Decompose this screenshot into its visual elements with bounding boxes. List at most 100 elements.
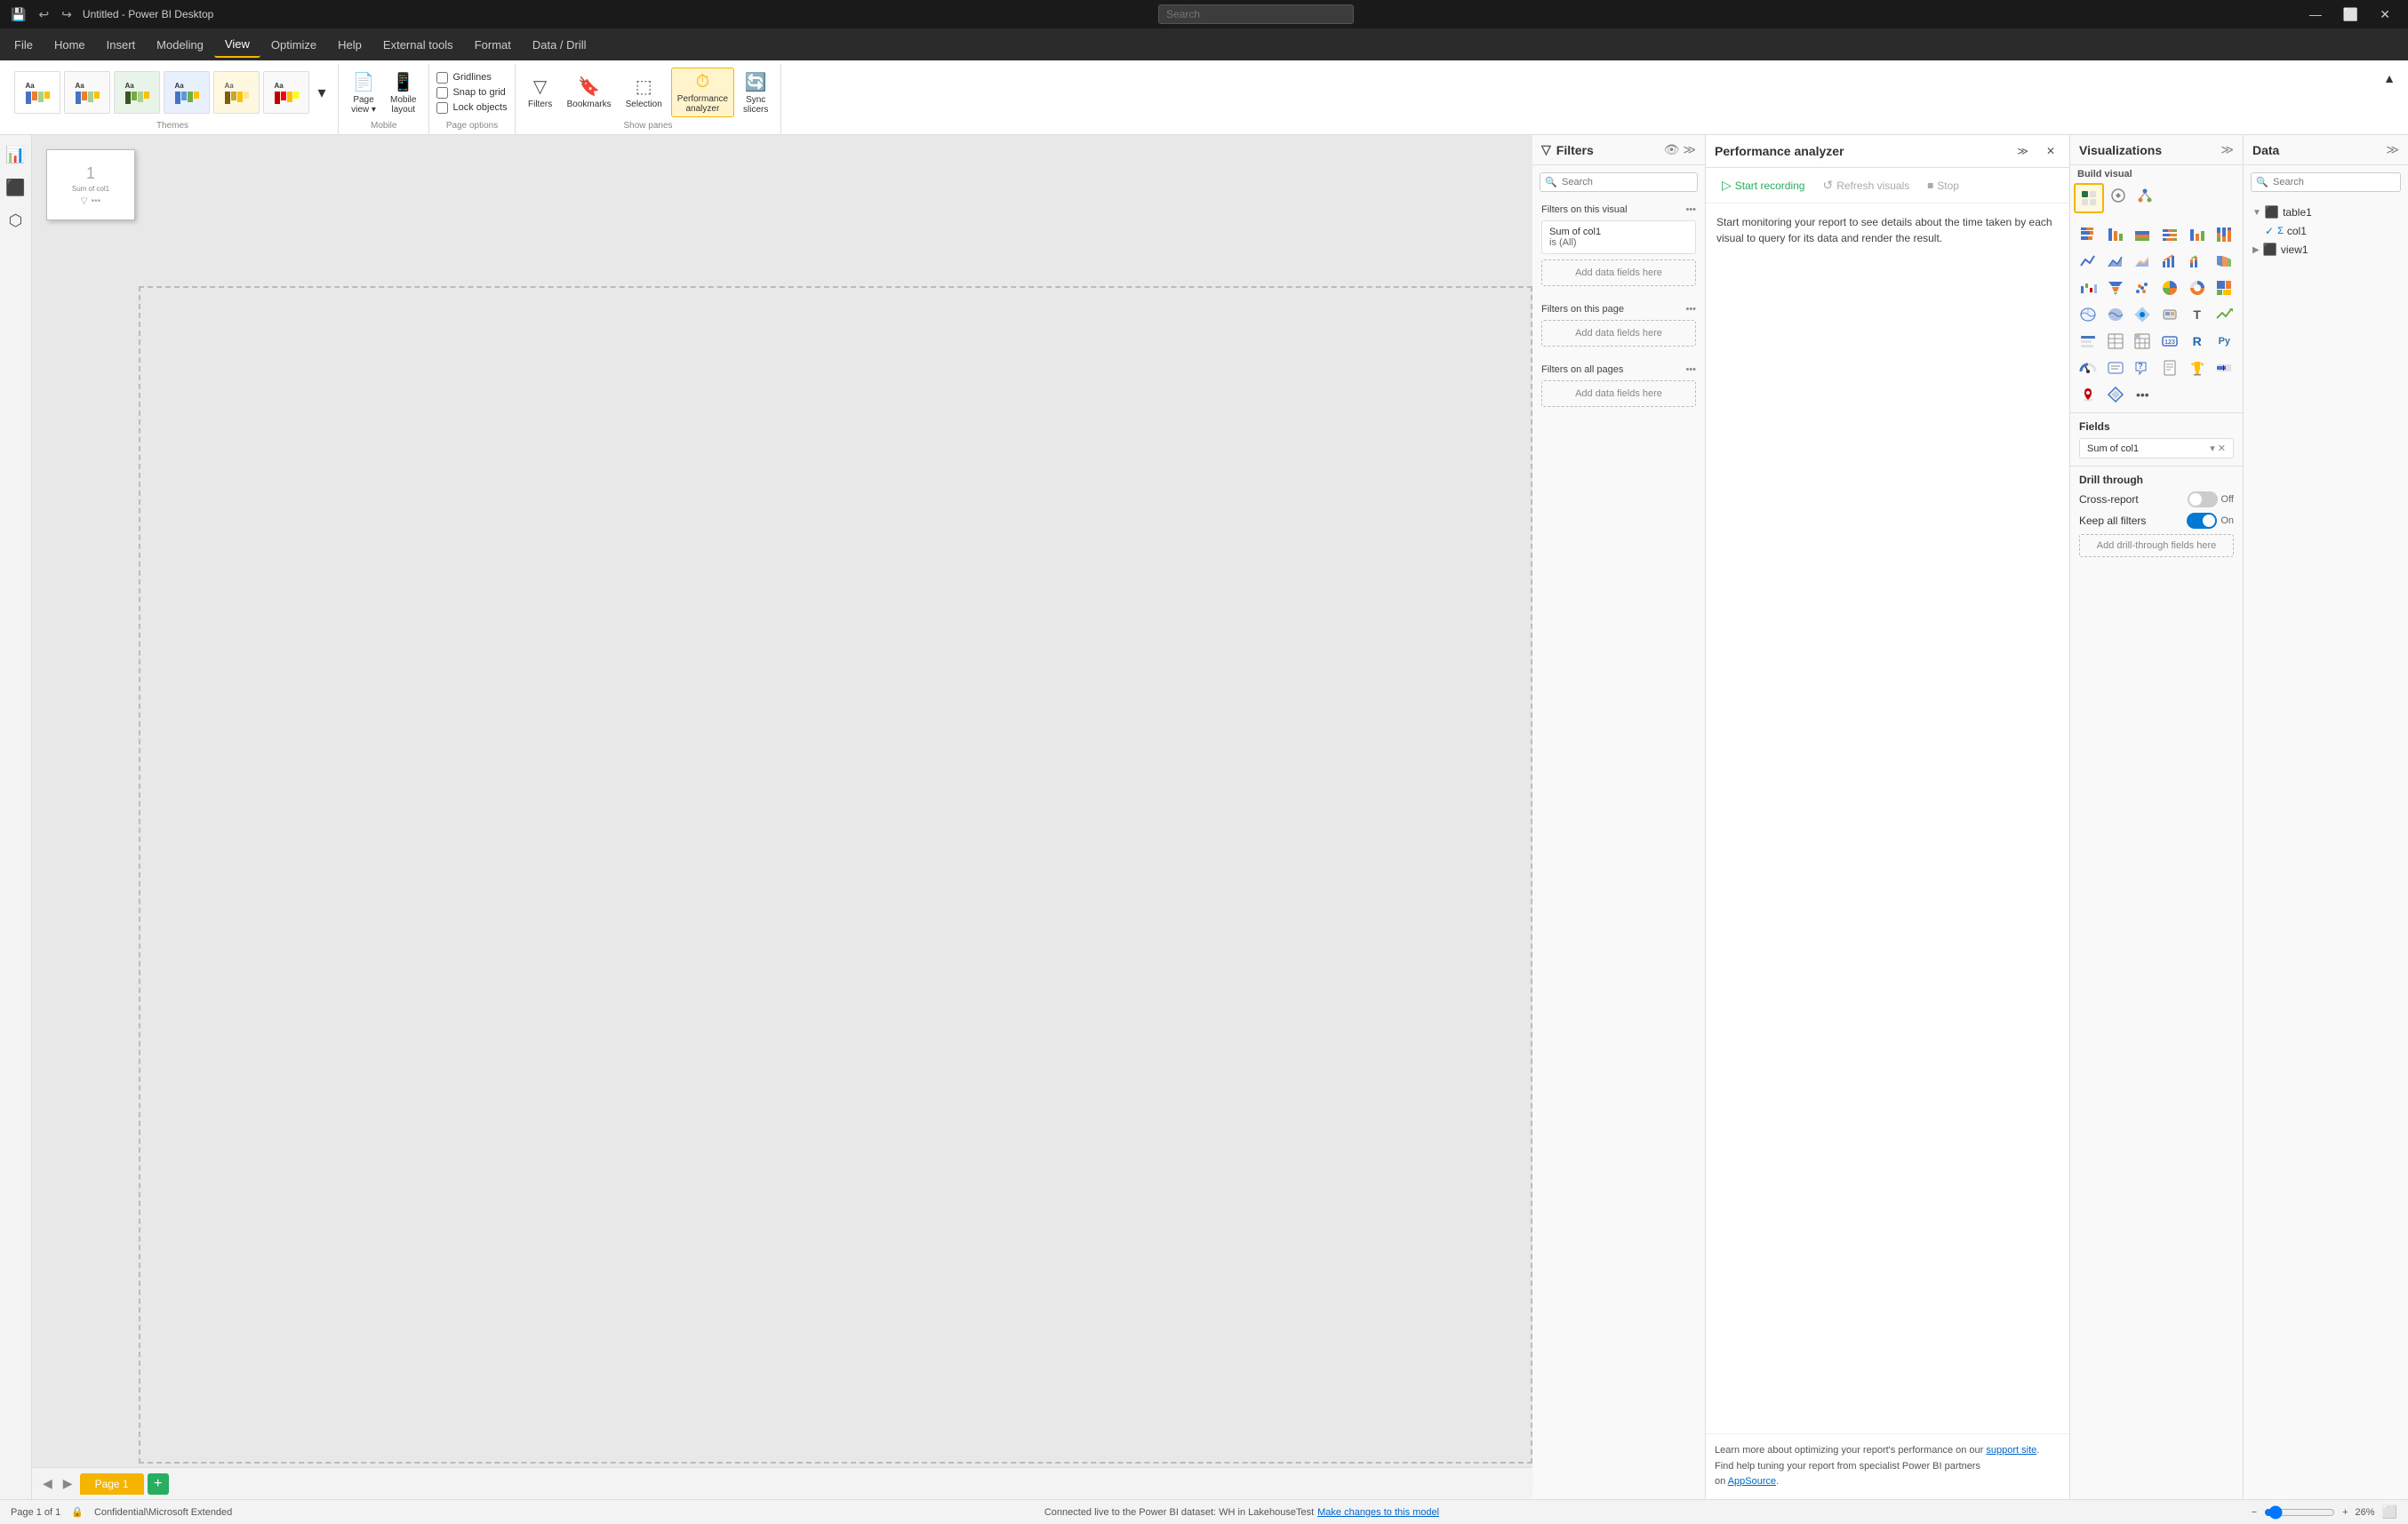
viz-field-pill[interactable]: Sum of col1 ▾ ✕ xyxy=(2079,438,2234,459)
viz-waterfall[interactable] xyxy=(2076,275,2100,300)
viz-python-script[interactable]: Py xyxy=(2212,329,2236,354)
page-thumbnail[interactable]: 1 Sum of col1 ▽ ••• xyxy=(46,149,135,220)
selection-button[interactable]: ⬚ Selection xyxy=(620,68,668,117)
filters-on-visual-more[interactable]: ••• xyxy=(1685,204,1696,215)
page-view-button[interactable]: 📄 Pageview ▾ xyxy=(346,68,381,117)
zoom-plus-icon[interactable]: + xyxy=(2342,1507,2348,1518)
viz-icon-ai[interactable] xyxy=(2106,183,2131,208)
menu-insert[interactable]: Insert xyxy=(96,33,147,57)
add-visual-field-btn[interactable]: Add data fields here xyxy=(1541,259,1696,286)
filters-search-input[interactable] xyxy=(1540,172,1698,192)
start-recording-button[interactable]: ▷ Start recording xyxy=(1716,175,1810,195)
menu-home[interactable]: Home xyxy=(44,33,96,57)
gridlines-checkbox[interactable] xyxy=(436,72,448,84)
viz-line[interactable] xyxy=(2076,249,2100,274)
filters-eye-icon[interactable]: 👁 xyxy=(1664,142,1680,157)
pill-remove-icon[interactable]: ✕ xyxy=(2218,443,2226,454)
viz-smart-narrative[interactable] xyxy=(2103,355,2128,380)
redo-icon[interactable]: ↪ xyxy=(58,5,76,24)
support-site-link[interactable]: support site xyxy=(1986,1445,2036,1456)
menu-data-drill[interactable]: Data / Drill xyxy=(522,33,597,57)
canvas-inner[interactable]: 1 Sum of col1 ▽ ••• xyxy=(32,135,1532,1467)
close-perf-panel-button[interactable]: ✕ xyxy=(2041,142,2060,160)
filters-on-all-pages-more[interactable]: ••• xyxy=(1685,364,1696,375)
viz-treemap[interactable] xyxy=(2212,275,2236,300)
keep-all-filters-toggle[interactable] xyxy=(2187,513,2217,529)
viz-filled-map[interactable] xyxy=(2103,302,2128,327)
bookmarks-button[interactable]: 🔖 Bookmarks xyxy=(562,68,617,117)
viz-more[interactable]: ••• xyxy=(2130,382,2155,407)
filter-card-col1[interactable]: Sum of col1 is (All) xyxy=(1541,220,1696,254)
menu-external-tools[interactable]: External tools xyxy=(372,33,464,57)
page-tab-prev[interactable]: ◀ xyxy=(39,1474,56,1493)
viz-icon-decomp[interactable] xyxy=(2132,183,2157,208)
viz-pin-map[interactable] xyxy=(2076,382,2100,407)
zoom-minus-icon[interactable]: − xyxy=(2252,1507,2257,1518)
viz-qa[interactable]: ? xyxy=(2130,355,2155,380)
zoom-slider[interactable] xyxy=(2264,1505,2335,1520)
viz-r-script[interactable]: R xyxy=(2185,329,2210,354)
pill-dropdown-icon[interactable]: ▾ xyxy=(2210,443,2215,454)
add-drill-fields-btn[interactable]: Add drill-through fields here xyxy=(2079,534,2234,557)
viz-gauge[interactable] xyxy=(2076,355,2100,380)
gridlines-check[interactable]: Gridlines xyxy=(436,72,507,84)
undo-icon[interactable]: ↩ xyxy=(35,5,52,24)
menu-help[interactable]: Help xyxy=(327,33,372,57)
viz-trophy[interactable] xyxy=(2185,355,2210,380)
add-page-button[interactable]: + xyxy=(148,1473,169,1495)
viz-expand-icon[interactable]: ≫ xyxy=(2220,142,2234,157)
expand-perf-panel-button[interactable]: ≫ xyxy=(2012,142,2034,160)
data-tree-view1[interactable]: ▶ ⬛ view1 xyxy=(2244,240,2408,259)
save-icon[interactable]: 💾 xyxy=(7,5,29,24)
close-button[interactable]: ✕ xyxy=(2369,0,2401,28)
menu-modeling[interactable]: Modeling xyxy=(146,33,214,57)
viz-donut[interactable] xyxy=(2185,275,2210,300)
theme-thumb-3[interactable]: Aa xyxy=(114,71,160,114)
viz-paginated-report[interactable] xyxy=(2157,355,2182,380)
menu-format[interactable]: Format xyxy=(464,33,522,57)
theme-thumb-1[interactable]: Aa xyxy=(14,71,60,114)
data-view-icon[interactable]: ⬛ xyxy=(2,175,28,201)
viz-100-stacked-col[interactable] xyxy=(2212,222,2236,247)
page-tab-next[interactable]: ▶ xyxy=(60,1474,76,1493)
theme-thumb-6[interactable]: Aa xyxy=(263,71,309,114)
viz-shape-map[interactable] xyxy=(2157,302,2182,327)
menu-optimize[interactable]: Optimize xyxy=(260,33,327,57)
model-view-icon[interactable]: ⬡ xyxy=(5,208,27,234)
theme-thumb-5[interactable]: Aa xyxy=(213,71,260,114)
viz-bullet[interactable] xyxy=(2212,355,2236,380)
viz-pie[interactable] xyxy=(2157,275,2182,300)
viz-azure-map[interactable] xyxy=(2130,302,2155,327)
viz-scatter[interactable] xyxy=(2130,275,2155,300)
viz-100-stacked-bar[interactable] xyxy=(2157,222,2182,247)
lock-objects-check[interactable]: Lock objects xyxy=(436,102,507,114)
viz-kpi[interactable] xyxy=(2212,302,2236,327)
data-tree-col1[interactable]: ✓ Σ col1 xyxy=(2244,222,2408,240)
menu-view[interactable]: View xyxy=(214,32,260,58)
viz-line-stacked[interactable] xyxy=(2185,249,2210,274)
make-changes-link[interactable]: Make changes to this model xyxy=(1317,1507,1439,1518)
page-tab-1[interactable]: Page 1 xyxy=(80,1473,144,1495)
viz-stacked-col[interactable] xyxy=(2130,222,2155,247)
theme-thumb-4[interactable]: Aa xyxy=(164,71,210,114)
appsource-link[interactable]: AppSource xyxy=(1728,1476,1776,1487)
viz-text[interactable]: T xyxy=(2185,302,2210,327)
theme-thumb-2[interactable]: Aa xyxy=(64,71,110,114)
filters-on-page-more[interactable]: ••• xyxy=(1685,304,1696,315)
data-search-input[interactable] xyxy=(2251,172,2401,192)
filters-expand-icon[interactable]: ≫ xyxy=(1683,142,1696,157)
viz-area[interactable] xyxy=(2103,249,2128,274)
viz-table[interactable] xyxy=(2103,329,2128,354)
menu-file[interactable]: File xyxy=(4,33,44,57)
viz-clustered-col[interactable] xyxy=(2185,222,2210,247)
viz-diamond[interactable] xyxy=(2103,382,2128,407)
viz-matrix[interactable] xyxy=(2130,329,2155,354)
cross-report-toggle[interactable] xyxy=(2188,491,2218,507)
viz-line-clustered[interactable] xyxy=(2157,249,2182,274)
stop-button[interactable]: ⏹ Stop xyxy=(1922,175,1964,195)
viz-map[interactable] xyxy=(2076,302,2100,327)
lock-objects-checkbox[interactable] xyxy=(436,102,448,114)
viz-funnel[interactable] xyxy=(2103,275,2128,300)
performance-analyzer-button[interactable]: ⏱ Performanceanalyzer xyxy=(671,68,734,117)
viz-card[interactable]: 123 xyxy=(2157,329,2182,354)
